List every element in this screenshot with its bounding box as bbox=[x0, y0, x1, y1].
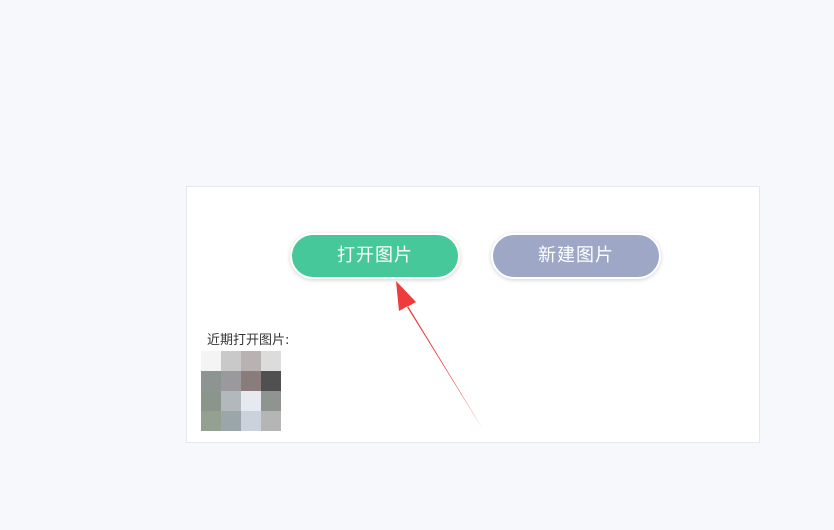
new-image-button[interactable]: 新建图片 bbox=[491, 233, 661, 279]
open-image-button[interactable]: 打开图片 bbox=[290, 233, 460, 279]
app-background: 打开图片 新建图片 近期打开图片: bbox=[0, 0, 834, 530]
recent-image-thumbnail[interactable] bbox=[201, 351, 281, 431]
recent-images-label: 近期打开图片: bbox=[207, 333, 290, 348]
start-panel: 打开图片 新建图片 近期打开图片: bbox=[186, 186, 760, 443]
